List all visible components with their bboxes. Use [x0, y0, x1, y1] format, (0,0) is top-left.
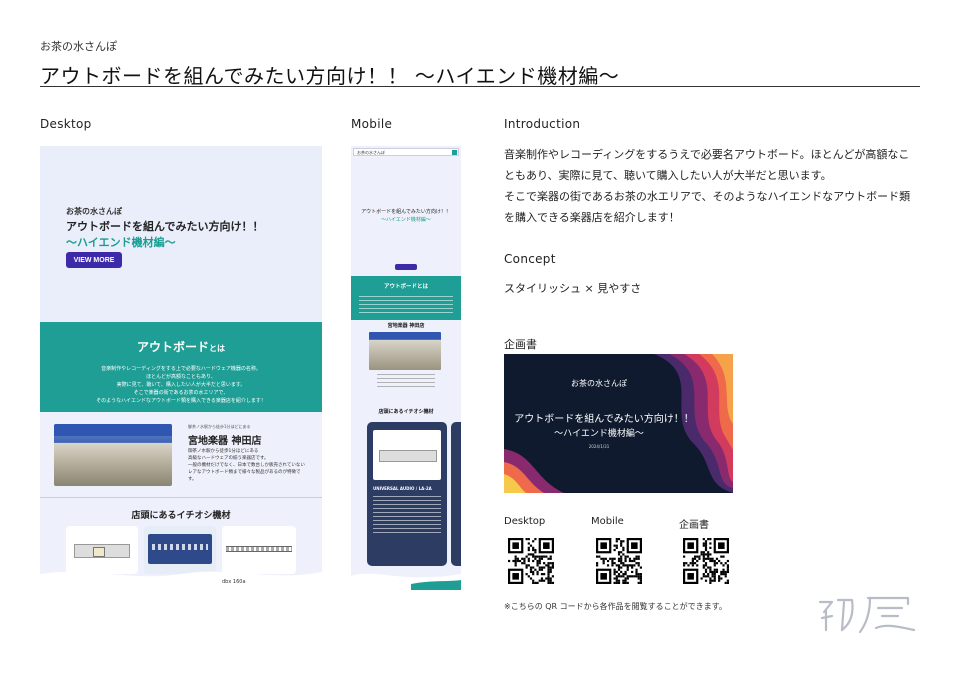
- product-name: dbx 160a: [222, 579, 246, 585]
- proposal-thumbnail[interactable]: お茶の水さんぽ アウトボードを組んでみたい方向け！！ 〜ハイエンド機材編〜 20…: [504, 354, 733, 493]
- desktop-hero: お茶の水さんぽ アウトボードを組んでみたい方向け！！ 〜ハイエンド機材編〜 VI…: [40, 146, 322, 322]
- mobile-product-card-next[interactable]: [451, 422, 461, 566]
- mobile-hero-subtitle: 〜ハイエンド機材編〜: [381, 217, 431, 223]
- desktop-hero-subtitle: 〜ハイエンド機材編〜: [66, 236, 176, 249]
- desktop-pick-heading: 店頭にあるイチオシ機材: [131, 511, 231, 521]
- mobile-product-text: [373, 496, 441, 536]
- desktop-about-text: 音楽制作やレコーディングをする上で必要なハードウェア機器の名称。 ほとんどが高額…: [96, 366, 266, 404]
- mobile-mockup[interactable]: お茶の水さんぽ アウトボードを組んでみたい方向け！！ 〜ハイエンド機材編〜 アウ…: [351, 146, 461, 590]
- mobile-label: Mobile: [351, 117, 393, 131]
- mobile-wave-divider: [351, 573, 461, 590]
- mobile-product-card[interactable]: UNIVERSAL AUDIO / LA-2A: [367, 422, 447, 566]
- desktop-mockup[interactable]: お茶の水さんぽ アウトボードを組んでみたい方向け！！ 〜ハイエンド機材編〜 VI…: [40, 146, 322, 590]
- proposal-subtitle: 〜ハイエンド機材編〜: [554, 429, 644, 439]
- proposal-label: 企画書: [504, 338, 537, 351]
- mobile-bar-title: お茶の水さんぽ: [357, 150, 385, 155]
- concept-text: スタイリッシュ × 見やすさ: [504, 282, 642, 295]
- desktop-store-section: 御茶ノ水駅から徒歩1分ほどにある 宮地楽器 神田店 御茶ノ水駅から徒歩1分ほどに…: [40, 412, 322, 498]
- desktop-about-heading: アウトボードとは: [136, 340, 225, 354]
- proposal-date: 2024/1/31: [588, 444, 610, 449]
- title-divider: [40, 86, 920, 87]
- desktop-about-section: アウトボードとは 音楽制作やレコーディングをする上で必要なハードウェア機器の名称…: [40, 322, 322, 412]
- qr-label-proposal: 企画書: [679, 520, 709, 531]
- hatsuten-logo: 初展: [812, 596, 916, 638]
- product-image: [226, 546, 292, 552]
- page-title: アウトボードを組んでみたい方向け！！ 〜ハイエンド機材編〜: [40, 64, 620, 88]
- mobile-store-heading: 宮地楽器 神田店: [387, 323, 425, 329]
- site-name: お茶の水さんぽ: [40, 40, 117, 53]
- proposal-title: アウトボードを組んでみたい方向け！！: [514, 414, 694, 425]
- desktop-hero-title: アウトボードを組んでみたい方向け！！: [66, 220, 264, 233]
- proposal-site: お茶の水さんぽ: [571, 379, 627, 388]
- menu-icon[interactable]: [452, 150, 457, 155]
- desktop-hero-site: お茶の水さんぽ: [66, 207, 122, 216]
- desktop-wave-divider: [40, 571, 322, 590]
- store-caption: 御茶ノ水駅から徒歩1分ほどにある: [188, 424, 251, 429]
- mobile-product-name: UNIVERSAL AUDIO / LA-2A: [373, 486, 432, 491]
- mobile-pick-heading: 店頭にあるイチオシ機材: [378, 409, 434, 415]
- view-more-button[interactable]: VIEW MORE: [66, 252, 122, 268]
- store-photo: [54, 424, 172, 486]
- mobile-view-more-button[interactable]: [395, 264, 417, 270]
- mobile-product-image: [373, 430, 441, 480]
- introduction-label: Introduction: [504, 117, 581, 131]
- introduction-text: 音楽制作やレコーディングをするうえで必要名アウトボード。ほとんどが高額なこ とも…: [504, 148, 911, 224]
- store-name: 宮地楽器 神田店: [188, 436, 262, 447]
- mobile-hero-title: アウトボードを組んでみたい方向け！！: [361, 209, 451, 215]
- qr-code-mobile[interactable]: [596, 538, 642, 584]
- qr-label-mobile: Mobile: [591, 516, 624, 527]
- qr-note: ※こちらの QR コードから各作品を閲覧することができます。: [504, 602, 727, 611]
- mobile-store-photo: [369, 332, 441, 370]
- product-image: [74, 544, 130, 558]
- product-image: [148, 534, 212, 564]
- qr-code-proposal[interactable]: [683, 538, 729, 584]
- store-description: 御茶ノ水駅から徒歩1分ほどにある 高級なハードウェアの揃う楽器店です。 一般の機…: [188, 449, 305, 482]
- concept-label: Concept: [504, 252, 556, 266]
- qr-label-desktop: Desktop: [504, 516, 546, 527]
- mobile-header-bar: お茶の水さんぽ: [353, 148, 459, 156]
- svg-text:初展: 初展: [812, 635, 814, 638]
- desktop-label: Desktop: [40, 117, 92, 131]
- qr-code-desktop[interactable]: [508, 538, 554, 584]
- mobile-about-heading: アウトボードとは: [383, 284, 428, 290]
- mobile-about-text: [359, 296, 453, 314]
- mobile-about-section: アウトボードとは: [351, 276, 461, 320]
- mobile-store-text: [377, 374, 435, 390]
